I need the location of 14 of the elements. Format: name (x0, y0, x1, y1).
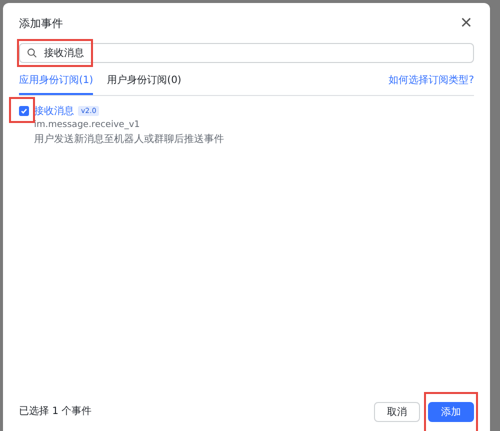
tab[interactable]: 应用身份订阅(1) (19, 73, 94, 95)
tab[interactable]: 用户身份订阅(0) (107, 73, 182, 95)
dialog-title: 添加事件 (19, 16, 63, 30)
event-name: 接收消息 (34, 104, 74, 118)
search-field[interactable]: 接收消息 (19, 43, 474, 63)
event-description: 用户发送新消息至机器人或群聊后推送事件 (34, 132, 224, 146)
event-api-name: im.message.receive_v1 (34, 120, 140, 130)
add-button[interactable]: 添加 (428, 402, 474, 422)
search-icon (27, 48, 37, 58)
close-button[interactable]: × (458, 13, 474, 33)
cancel-button[interactable]: 取消 (374, 402, 420, 422)
checkbox[interactable] (19, 106, 29, 116)
help-link[interactable]: 如何选择订阅类型? (388, 73, 474, 95)
selection-summary: 已选择 1 个事件 (19, 404, 92, 418)
